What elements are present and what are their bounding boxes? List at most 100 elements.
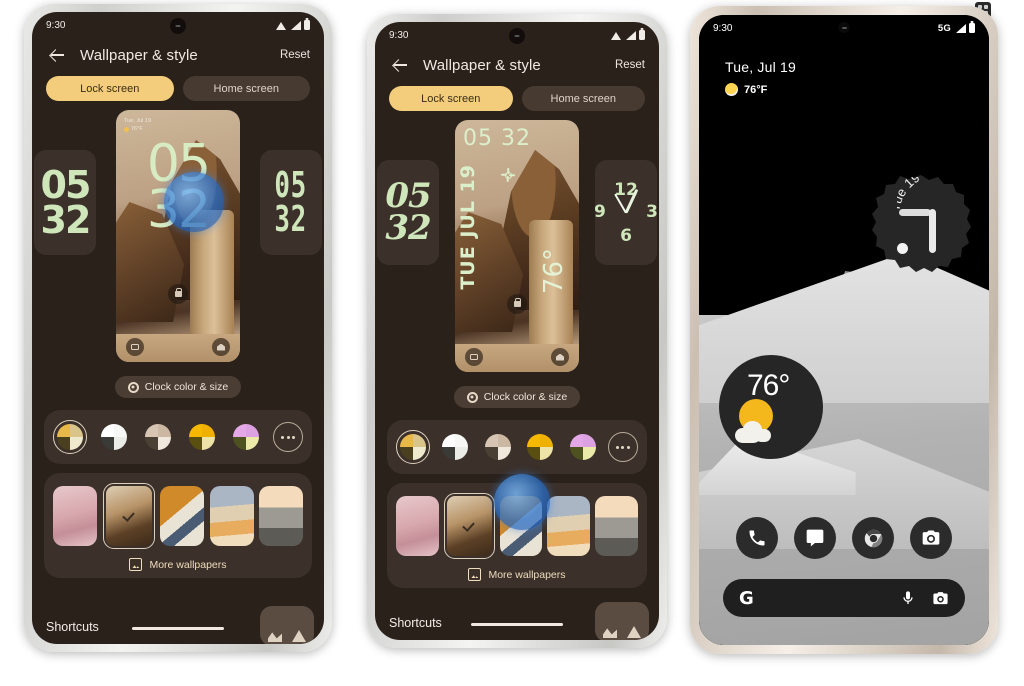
lock-screen-preview[interactable]: Tue, Jul 19 76°F 05 32: [116, 110, 240, 362]
reset-button[interactable]: Reset: [280, 49, 310, 61]
color-swatch-lilac[interactable]: [566, 430, 600, 464]
wallet-shortcut-icon[interactable]: [126, 338, 144, 356]
phone3-screen: 9:30 5G Tue, Jul 19 76°F 19 76° G: [699, 15, 989, 645]
wallpaper-city-skyline[interactable]: [595, 496, 638, 556]
wallpaper-panel: More wallpapers: [44, 473, 312, 578]
color-swatch-white[interactable]: [438, 430, 472, 464]
home-control-shortcut-icon[interactable]: [551, 348, 569, 366]
signal-icon: [290, 20, 301, 30]
phone1-clock-chip-row: Clock color & size: [32, 376, 324, 398]
gesture-nav-bar[interactable]: [132, 627, 224, 630]
color-swatch-tan[interactable]: [396, 430, 430, 464]
preview-vertical-temp: 76°: [539, 248, 569, 295]
front-camera-punchhole: [509, 28, 525, 44]
wallpaper-rock-still-life[interactable]: [102, 483, 155, 549]
sun-icon: [124, 126, 129, 132]
google-search-bar[interactable]: G: [723, 579, 965, 617]
camera-app-icon[interactable]: [910, 517, 952, 559]
more-wallpapers-button[interactable]: More wallpapers: [53, 558, 303, 571]
microphone-icon[interactable]: [900, 590, 916, 606]
home-weather[interactable]: 76°F: [725, 83, 767, 96]
clock-digits: 05 32: [274, 165, 308, 240]
analog-clock-widget[interactable]: Tue 19: [871, 173, 971, 273]
clock-color-size-button[interactable]: Clock color & size: [114, 376, 242, 398]
clock-style-option-right[interactable]: 12 3 6 9: [595, 160, 657, 265]
reset-button[interactable]: Reset: [615, 59, 645, 71]
screenshot-stage: 9:30 Wallpaper & style Reset Lock screen…: [0, 0, 1024, 686]
tab-lock-screen[interactable]: Lock screen: [46, 76, 174, 101]
shortcuts-label: Shortcuts: [46, 620, 99, 634]
preview-date: Tue, Jul 19: [124, 118, 152, 124]
color-swatch-beige[interactable]: [481, 430, 515, 464]
status-icons: 5G: [938, 23, 975, 34]
gear-icon: [466, 391, 478, 403]
lock-screen-preview[interactable]: 05 32 TUE JUL 19 76°: [455, 120, 579, 372]
home-dock: [699, 517, 989, 559]
battery-icon: [304, 20, 310, 30]
color-swatch-tan[interactable]: [53, 420, 87, 454]
color-swatch-yellow[interactable]: [185, 420, 219, 454]
messages-app-icon[interactable]: [794, 517, 836, 559]
lens-icon[interactable]: [932, 590, 949, 607]
color-swatch-yellow[interactable]: [523, 430, 557, 464]
front-camera-punchhole: [170, 18, 186, 34]
more-colors-button[interactable]: [273, 422, 303, 452]
color-swatch-panel: [44, 410, 312, 464]
touch-indicator: [494, 474, 550, 530]
image-frame-icon: [468, 568, 482, 581]
tab-lock-screen[interactable]: Lock screen: [389, 86, 513, 111]
chrome-app-icon[interactable]: [852, 517, 894, 559]
tab-home-screen[interactable]: Home screen: [182, 76, 310, 101]
gear-icon: [127, 381, 139, 393]
phone-app-icon[interactable]: [736, 517, 778, 559]
wallpaper-city-skyline[interactable]: [259, 486, 303, 546]
phone1-app-header: Wallpaper & style Reset: [32, 38, 324, 68]
status-time: 9:30: [389, 29, 409, 41]
preview-date-block: Tue, Jul 19 76°F: [124, 117, 151, 134]
more-wallpapers-button[interactable]: More wallpapers: [396, 568, 638, 581]
color-swatch-row: [53, 420, 303, 454]
clock-style-option-left[interactable]: 05 32: [377, 160, 439, 265]
google-g-icon: G: [739, 587, 754, 609]
clock-style-option-left[interactable]: 05 32: [34, 150, 96, 255]
wallpaper-pink-dunes[interactable]: [396, 496, 439, 556]
color-swatch-lilac[interactable]: [229, 420, 263, 454]
phone-device-2: 9:30 Wallpaper & style Reset Lock screen…: [367, 14, 667, 648]
status-time: 9:30: [713, 22, 733, 34]
back-arrow-icon[interactable]: [46, 44, 68, 66]
clock-style-option-right[interactable]: 05 32: [260, 150, 322, 255]
network-type-label: 5G: [937, 22, 951, 34]
back-arrow-icon[interactable]: [389, 54, 411, 76]
gesture-nav-bar[interactable]: [471, 623, 563, 626]
status-icons: [611, 30, 645, 40]
wallpaper-abstract-shapes[interactable]: [160, 486, 204, 546]
color-swatch-white[interactable]: [97, 420, 131, 454]
signal-icon: [625, 30, 636, 40]
svg-text:Tue 19: Tue 19: [897, 177, 922, 212]
status-time: 9:30: [46, 19, 66, 31]
selected-check-icon: [463, 520, 475, 532]
preview-time: 05 32: [463, 126, 531, 151]
color-swatch-beige[interactable]: [141, 420, 175, 454]
wallpaper-desert-dunes[interactable]: [547, 496, 591, 556]
shortcuts-preview-tile[interactable]: [595, 602, 649, 640]
wallpaper-rock-still-life[interactable]: [443, 493, 495, 559]
wallpaper-desert-dunes[interactable]: [209, 486, 254, 546]
home-date[interactable]: Tue, Jul 19: [725, 59, 796, 75]
wallpaper-row: [53, 483, 303, 549]
home-control-shortcut-icon[interactable]: [212, 338, 230, 356]
clock-color-size-button[interactable]: Clock color & size: [453, 386, 581, 408]
weather-widget[interactable]: 76°: [719, 355, 823, 459]
phone1-screen: 9:30 Wallpaper & style Reset Lock screen…: [32, 12, 324, 644]
page-title: Wallpaper & style: [80, 46, 198, 64]
clock-widget-label: Tue 19: [897, 177, 922, 212]
phone2-clock-carousel: 05 32 05 32 TUE JUL 19 76° 12 3 6 9: [375, 120, 659, 378]
wallpaper-pink-dunes[interactable]: [53, 486, 97, 546]
touch-indicator: [164, 172, 224, 232]
widget-curved-label: Tue 19: [897, 177, 922, 212]
shortcuts-preview-tile[interactable]: [260, 606, 314, 644]
wallet-shortcut-icon[interactable]: [465, 348, 483, 366]
home-screen: 9:30 5G Tue, Jul 19 76°F 19 76° G: [699, 15, 989, 645]
more-colors-button[interactable]: [607, 432, 638, 462]
tab-home-screen[interactable]: Home screen: [521, 86, 645, 111]
